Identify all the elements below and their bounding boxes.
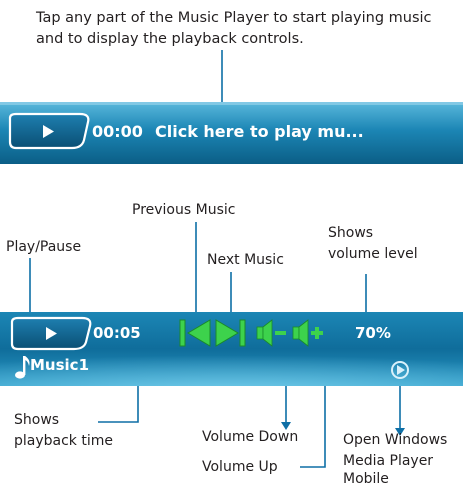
label-wmp-line3: Mobile [343,471,389,487]
collapsed-music-player[interactable]: 00:00 Click here to play mu... [0,98,463,168]
playback-time: 00:05 [93,324,141,342]
status-text[interactable]: Click here to play mu... [155,122,364,141]
label-volume-down: Volume Down [202,429,299,445]
playback-time: 00:00 [92,122,143,141]
label-previous-music: Previous Music [132,202,236,218]
expanded-player-background [0,312,463,386]
play-button[interactable] [8,112,90,150]
label-play-pause: Play/Pause [6,239,82,255]
expanded-music-player: 00:05 70% Music1 [0,312,463,386]
label-wmp-line2: Media Player [343,453,434,469]
track-name: Music1 [30,356,90,374]
label-volume-level-line1: Shows [328,225,374,241]
label-volume-up: Volume Up [202,459,278,475]
label-wmp-line1: Open Windows [343,432,448,448]
label-playback-time-line2: playback time [14,433,113,449]
play-pause-button[interactable] [10,316,92,351]
label-playback-time-line1: Shows [14,412,60,428]
label-volume-level-line2: volume level [328,246,418,262]
volume-level: 70% [355,324,391,342]
label-next-music: Next Music [207,252,284,268]
